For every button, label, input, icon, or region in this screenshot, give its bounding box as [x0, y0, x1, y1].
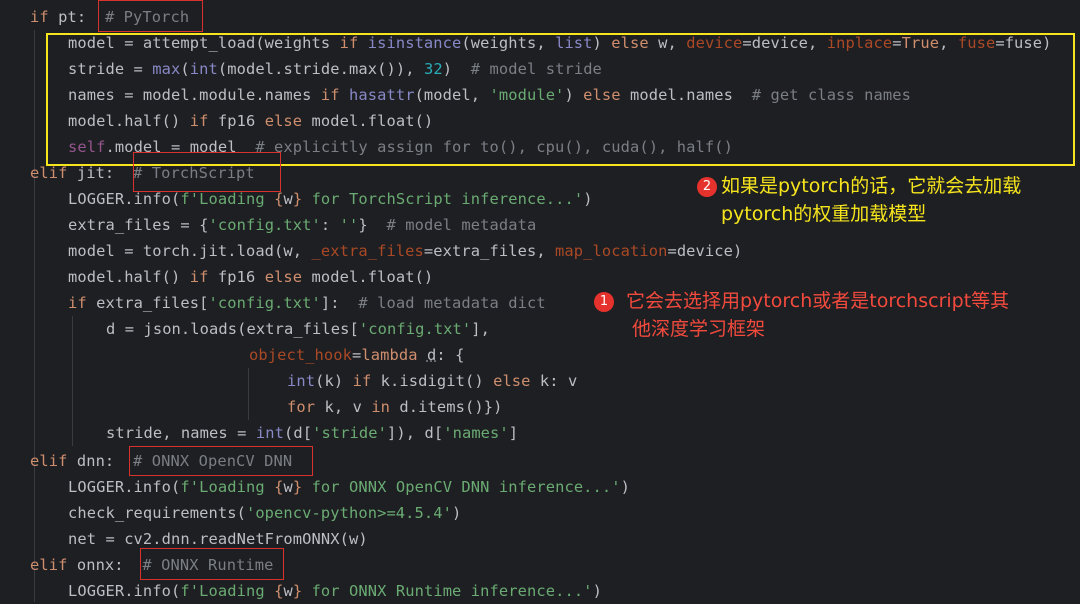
- annotation-pytorch-load: 2 如果是pytorch的话，它就会去加载 pytorch的权重加载模型: [697, 172, 1077, 228]
- code-line: stride, names = int(d['stride']), d['nam…: [106, 424, 519, 442]
- code-line: extra_files = {'config.txt': ''} # model…: [68, 216, 537, 234]
- code-line: object_hook=lambda d: {: [249, 346, 465, 364]
- onnx-opencv-comment-marker: [129, 446, 313, 476]
- annotation-text: 他深度学习框架: [632, 318, 766, 340]
- indent-guide: [248, 368, 249, 420]
- indent-guide: [34, 30, 35, 602]
- annotation-text: 它会去选择用pytorch或者是torchscript等其: [626, 290, 1010, 312]
- code-line: if extra_files['config.txt']: # load met…: [68, 294, 546, 312]
- code-line: LOGGER.info(f'Loading {w} for ONNX OpenC…: [68, 478, 631, 496]
- pytorch-branch-highlight: [46, 33, 1075, 166]
- code-line: model.half() if fp16 else model.float(): [68, 268, 434, 286]
- code-line: check_requirements('opencv-python>=4.5.4…: [68, 504, 462, 522]
- code-line: for k, v in d.items()}): [287, 398, 503, 416]
- code-line: d = json.loads(extra_files['config.txt']…: [106, 320, 491, 338]
- annotation-text: pytorch的权重加载模型: [721, 203, 927, 225]
- code-line: model = torch.jit.load(w, _extra_files=e…: [68, 242, 743, 260]
- annotation-badge-1: 1: [594, 292, 614, 312]
- onnx-runtime-comment-marker: [140, 548, 284, 580]
- annotation-badge-2: 2: [697, 177, 717, 197]
- code-line: int(k) if k.isdigit() else k: v: [287, 372, 578, 390]
- code-editor[interactable]: if pt: # PyTorch model = attempt_load(we…: [0, 0, 1080, 602]
- annotation-text: 如果是pytorch的话，它就会去加载: [721, 175, 1022, 197]
- code-line: LOGGER.info(f'Loading {w} for ONNX Runti…: [68, 582, 602, 600]
- pytorch-comment-marker: [98, 0, 203, 32]
- annotation-framework-select: 1 它会去选择用pytorch或者是torchscript等其 他深度学习框架: [594, 287, 1078, 343]
- torchscript-comment-marker: [133, 152, 281, 192]
- indent-guide: [72, 316, 73, 446]
